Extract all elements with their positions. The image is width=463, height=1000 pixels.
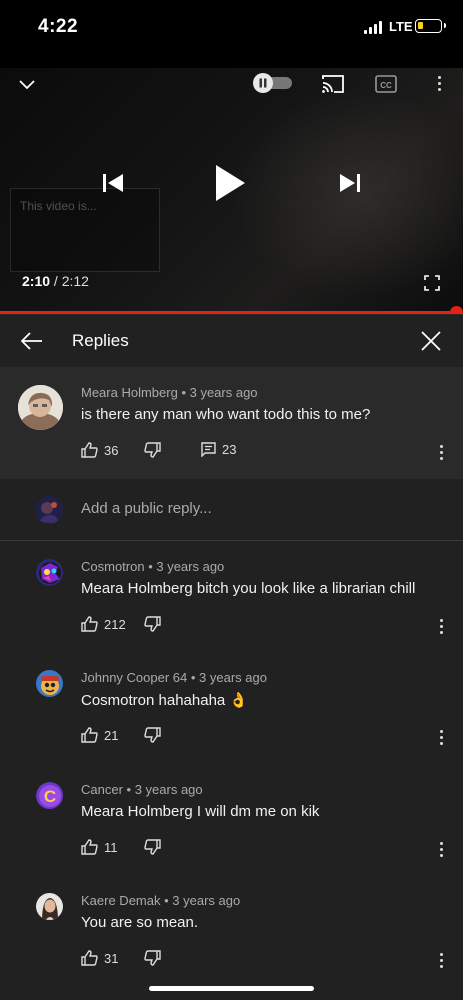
more-vert-icon[interactable] [438,76,442,94]
svg-text:C: C [44,787,56,806]
dislike-button[interactable] [144,727,161,743]
duration: 2:12 [61,273,89,289]
like-count: 36 [104,442,119,458]
comment-text: Meara Holmberg I will dm me on kik [81,803,320,820]
avatar[interactable] [36,893,63,920]
thumb-down-icon [144,839,161,855]
replies-header: Replies [0,314,463,367]
avatar[interactable] [18,385,63,430]
chevron-down-icon[interactable] [14,72,40,98]
comment-author[interactable]: Cancer [81,782,123,797]
comment-author[interactable]: Johnny Cooper 64 [81,670,187,685]
video-overlay-text: This video is... [20,199,97,213]
thumb-up-icon [81,727,98,743]
status-time: 4:22 [38,16,79,37]
network-label: LTE [389,19,413,34]
comment-meta: Kaere Demak • 3 years ago [81,893,241,908]
reply-item: Cosmotron • 3 years ago Meara Holmberg bi… [0,541,463,652]
avatar[interactable]: C [36,782,63,809]
like-button[interactable]: 31 [81,950,118,966]
comment-meta: Meara Holmberg • 3 years ago [81,385,258,400]
skip-next-icon[interactable] [337,170,363,196]
like-count: 31 [104,950,119,966]
thumb-up-icon [81,442,98,458]
more-vert-icon[interactable] [440,445,444,463]
comment-text: You are so mean. [81,914,199,931]
comment-meta: Cancer • 3 years ago [81,782,203,797]
reply-item: Johnny Cooper 64 • 3 years ago Cosmotron … [0,652,463,763]
thumb-down-icon [144,950,161,966]
comment-age: 3 years ago [156,559,225,574]
autoplay-toggle[interactable] [252,72,294,94]
like-count: 11 [104,839,118,855]
battery-icon [415,19,446,33]
avatar [35,496,63,524]
like-button[interactable]: 36 [81,442,118,458]
comment-author[interactable]: Cosmotron [81,559,145,574]
comment-age: 3 years ago [189,385,258,400]
comment-text: is there any man who want todo this to m… [81,406,371,423]
close-icon[interactable] [420,330,442,352]
like-count: 212 [104,616,126,632]
comment-author[interactable]: Kaere Demak [81,893,160,908]
parent-comment: Meara Holmberg • 3 years ago is there an… [0,367,463,479]
playback-time: 2:10 / 2:12 [22,273,89,289]
dislike-button[interactable] [144,442,161,458]
like-button[interactable]: 21 [81,727,118,743]
status-bar: 4:22 LTE [0,0,463,68]
avatar[interactable] [36,670,63,697]
thumb-up-icon [81,616,98,632]
captions-icon[interactable]: CC [374,72,398,96]
replies-title: Replies [72,331,129,350]
comment-text: Cosmotron hahahaha 👌 [81,692,249,709]
more-vert-icon[interactable] [440,619,444,637]
comment-meta: Johnny Cooper 64 • 3 years ago [81,670,267,685]
video-player[interactable]: This video is... CC 2:10 / 2:12 [0,68,463,314]
dislike-button[interactable] [144,839,161,855]
reply-item: Kaere Demak • 3 years ago You are so mean… [0,875,463,986]
time-separator: / [50,273,62,289]
reply-item: C Cancer • 3 years ago Meara Holmberg I wi… [0,764,463,875]
dislike-button[interactable] [144,616,161,632]
scrubber-handle[interactable] [449,306,463,314]
more-vert-icon[interactable] [440,842,444,860]
reply-count: 23 [222,442,237,457]
thumb-up-icon [81,839,98,855]
comment-age: 3 years ago [134,782,203,797]
like-button[interactable]: 11 [81,839,118,855]
more-vert-icon[interactable] [440,953,444,971]
comment-age: 3 years ago [199,670,267,685]
avatar[interactable] [36,559,63,586]
play-icon[interactable] [210,162,250,204]
comment-meta: Cosmotron • 3 years ago [81,559,225,574]
add-reply-field[interactable]: Add a public reply... [0,479,463,541]
comment-age: 3 years ago [172,893,241,908]
comment-text: Meara Holmberg bitch you look like a lib… [81,580,416,597]
comment-icon [201,442,216,457]
reply-placeholder[interactable]: Add a public reply... [81,500,212,517]
skip-previous-icon[interactable] [100,170,126,196]
svg-text:CC: CC [380,81,392,90]
thumb-down-icon [144,442,161,458]
cast-icon[interactable] [320,72,346,96]
thumb-down-icon [144,727,161,743]
signal-icon [364,21,382,34]
current-time: 2:10 [22,273,51,289]
like-count: 21 [104,727,119,743]
fullscreen-icon[interactable] [422,273,442,293]
reply-count-button[interactable]: 23 [201,442,236,457]
like-button[interactable]: 212 [81,616,126,632]
back-arrow-icon[interactable] [20,330,44,352]
comment-author[interactable]: Meara Holmberg [81,385,178,400]
home-indicator[interactable] [149,986,314,991]
more-vert-icon[interactable] [440,730,444,748]
dislike-button[interactable] [144,950,161,966]
thumb-down-icon [144,616,161,632]
thumb-up-icon [81,950,98,966]
